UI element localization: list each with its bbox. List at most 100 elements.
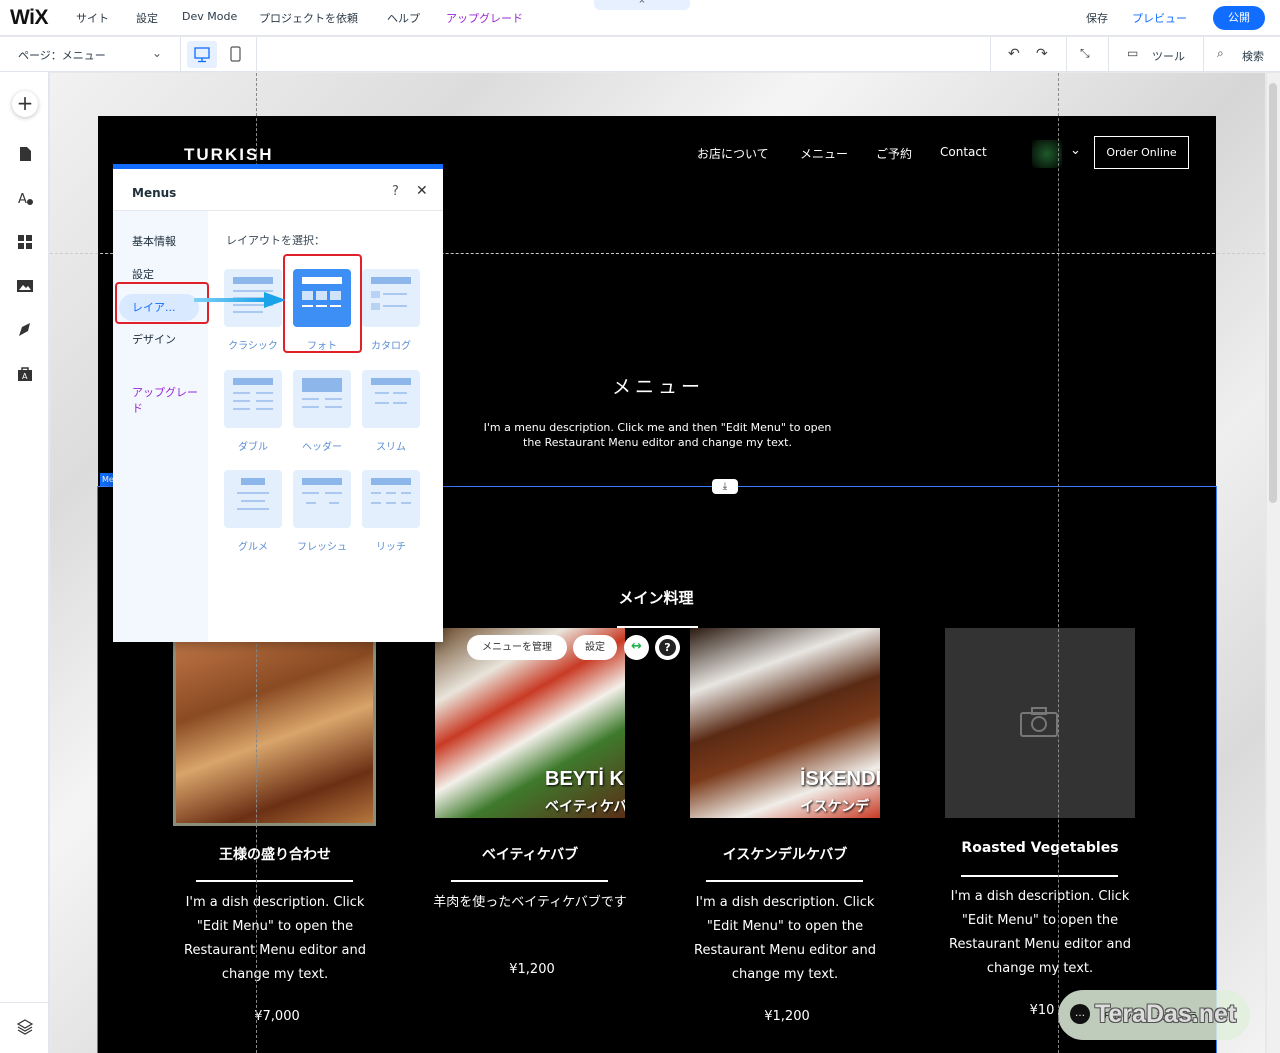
- mobile-view-button[interactable]: [226, 41, 246, 68]
- divider: [256, 37, 257, 72]
- layout-option-catalog[interactable]: [362, 269, 420, 327]
- site-nav-about[interactable]: お店について: [697, 145, 769, 162]
- divider: [0, 1002, 49, 1003]
- menu-description-line: I'm a menu description. Click me and the…: [483, 421, 832, 434]
- layout-line: [233, 311, 263, 313]
- layout-header-shape: [371, 478, 411, 485]
- panel-title: Menus: [132, 186, 177, 200]
- publish-button[interactable]: 公開: [1213, 6, 1265, 30]
- order-online-button[interactable]: Order Online: [1094, 136, 1189, 169]
- zoom-out-icon[interactable]: ⤡: [1080, 46, 1090, 61]
- stretch-icon[interactable]: ↔: [624, 635, 649, 660]
- layout-line: [325, 406, 342, 408]
- close-icon[interactable]: ✕: [416, 183, 428, 199]
- tools-icon[interactable]: ▭: [1127, 46, 1138, 60]
- undo-icon[interactable]: ↶: [1008, 46, 1020, 62]
- scrollbar-thumb[interactable]: [1269, 83, 1277, 503]
- topnav-site[interactable]: サイト: [76, 10, 109, 26]
- menu-title[interactable]: メニュー: [560, 372, 756, 399]
- layout-label[interactable]: グルメ: [213, 538, 293, 553]
- collapse-toolbar-button[interactable]: ^: [594, 0, 690, 10]
- layout-label[interactable]: ダブル: [213, 438, 293, 453]
- selection-label: Me: [100, 473, 114, 486]
- wix-logo[interactable]: WiX: [10, 6, 48, 30]
- layers-icon[interactable]: [12, 1014, 38, 1040]
- layout-line: [302, 492, 319, 494]
- layout-label[interactable]: クラシック: [213, 337, 293, 352]
- chevron-down-icon[interactable]: ⌄: [152, 46, 162, 60]
- layout-line: [375, 392, 389, 394]
- desktop-view-button[interactable]: [187, 41, 217, 68]
- svg-text:A: A: [22, 372, 28, 381]
- layout-option-gourmet[interactable]: [224, 470, 282, 528]
- topnav-dev-mode[interactable]: Dev Mode: [182, 10, 237, 23]
- tools-button[interactable]: ツール: [1152, 48, 1185, 64]
- site-nav-menu[interactable]: メニュー: [800, 145, 848, 162]
- top-bar: WiX サイト 設定 Dev Mode プロジェクトを依頼 ヘルプ アップグレー…: [0, 0, 1280, 36]
- layout-line: [393, 402, 407, 404]
- layout-line: [371, 492, 381, 494]
- layout-option-slim[interactable]: [362, 370, 420, 428]
- layout-line: [325, 492, 342, 494]
- mobile-icon: [230, 46, 241, 62]
- layout-line: [256, 408, 273, 410]
- apps-icon[interactable]: [12, 229, 38, 255]
- download-anchor-icon[interactable]: ⤓: [712, 479, 738, 494]
- site-logo[interactable]: TURKISH: [184, 145, 274, 165]
- layout-line: [302, 398, 319, 400]
- help-button[interactable]: ?: [655, 635, 680, 660]
- divider: [1066, 37, 1067, 72]
- search-icon[interactable]: ⌕: [1217, 46, 1224, 61]
- theme-icon[interactable]: A: [12, 185, 38, 211]
- layout-label[interactable]: スリム: [351, 438, 431, 453]
- layout-line: [386, 492, 396, 494]
- panel-sidebar: 基本情報 設定 レイア... デザイン アップグレード: [113, 211, 208, 642]
- layout-option-rich[interactable]: [362, 470, 420, 528]
- layout-line: [302, 406, 319, 408]
- layout-header-shape: [233, 277, 273, 284]
- preview-button[interactable]: プレビュー: [1132, 10, 1187, 26]
- manage-menu-button[interactable]: メニューを管理: [467, 635, 567, 660]
- layout-option-fresh[interactable]: [293, 470, 351, 528]
- panel-tab-settings[interactable]: 設定: [132, 266, 154, 282]
- canvas-scrollbar[interactable]: [1267, 73, 1280, 1053]
- layout-line: [371, 502, 381, 504]
- layout-label[interactable]: カタログ: [351, 337, 431, 352]
- layout-line: [329, 502, 339, 504]
- redo-icon[interactable]: ↷: [1036, 46, 1048, 62]
- menus-settings-panel: Menus ? ✕ 基本情報 設定 レイア... デザイン アップグレード レイ…: [113, 164, 443, 642]
- business-icon[interactable]: A: [12, 361, 38, 387]
- topnav-upgrade[interactable]: アップグレード: [446, 10, 523, 26]
- layout-label[interactable]: フレッシュ: [282, 538, 362, 553]
- layout-label[interactable]: ヘッダー: [282, 438, 362, 453]
- topnav-help[interactable]: ヘルプ: [387, 10, 420, 26]
- topnav-settings[interactable]: 設定: [136, 10, 158, 26]
- help-icon[interactable]: ?: [392, 184, 399, 199]
- layout-line: [375, 402, 389, 404]
- page-selector[interactable]: ページ：メニュー: [18, 47, 106, 63]
- layout-option-double[interactable]: [224, 370, 282, 428]
- gridline-guide: [1058, 73, 1059, 1053]
- add-elements-icon[interactable]: +: [12, 91, 38, 117]
- menu-description[interactable]: I'm a menu description. Click me and the…: [470, 420, 845, 450]
- save-button[interactable]: 保存: [1086, 10, 1108, 26]
- site-nav-contact[interactable]: Contact: [940, 145, 987, 159]
- topnav-hire[interactable]: プロジェクトを依頼: [259, 10, 358, 26]
- layout-header-shape: [302, 478, 342, 485]
- media-icon[interactable]: [12, 273, 38, 299]
- search-button[interactable]: 検索: [1242, 48, 1264, 64]
- pages-icon[interactable]: [12, 141, 38, 167]
- annotation-arrow-icon: [194, 292, 286, 308]
- chevron-down-icon[interactable]: ⌄: [1070, 143, 1081, 158]
- panel-tab-design[interactable]: デザイン: [132, 331, 176, 347]
- menu-description-line: the Restaurant Menu editor and change my…: [523, 436, 792, 449]
- layout-option-header[interactable]: [293, 370, 351, 428]
- panel-tab-upgrade[interactable]: アップグレード: [132, 384, 208, 416]
- panel-tab-basic-info[interactable]: 基本情報: [132, 233, 176, 249]
- blog-icon[interactable]: [12, 317, 38, 343]
- layout-line: [233, 400, 250, 402]
- layout-line: [386, 502, 396, 504]
- settings-button[interactable]: 設定: [573, 635, 617, 660]
- layout-label[interactable]: リッチ: [351, 538, 431, 553]
- site-nav-reservation[interactable]: ご予約: [876, 145, 912, 162]
